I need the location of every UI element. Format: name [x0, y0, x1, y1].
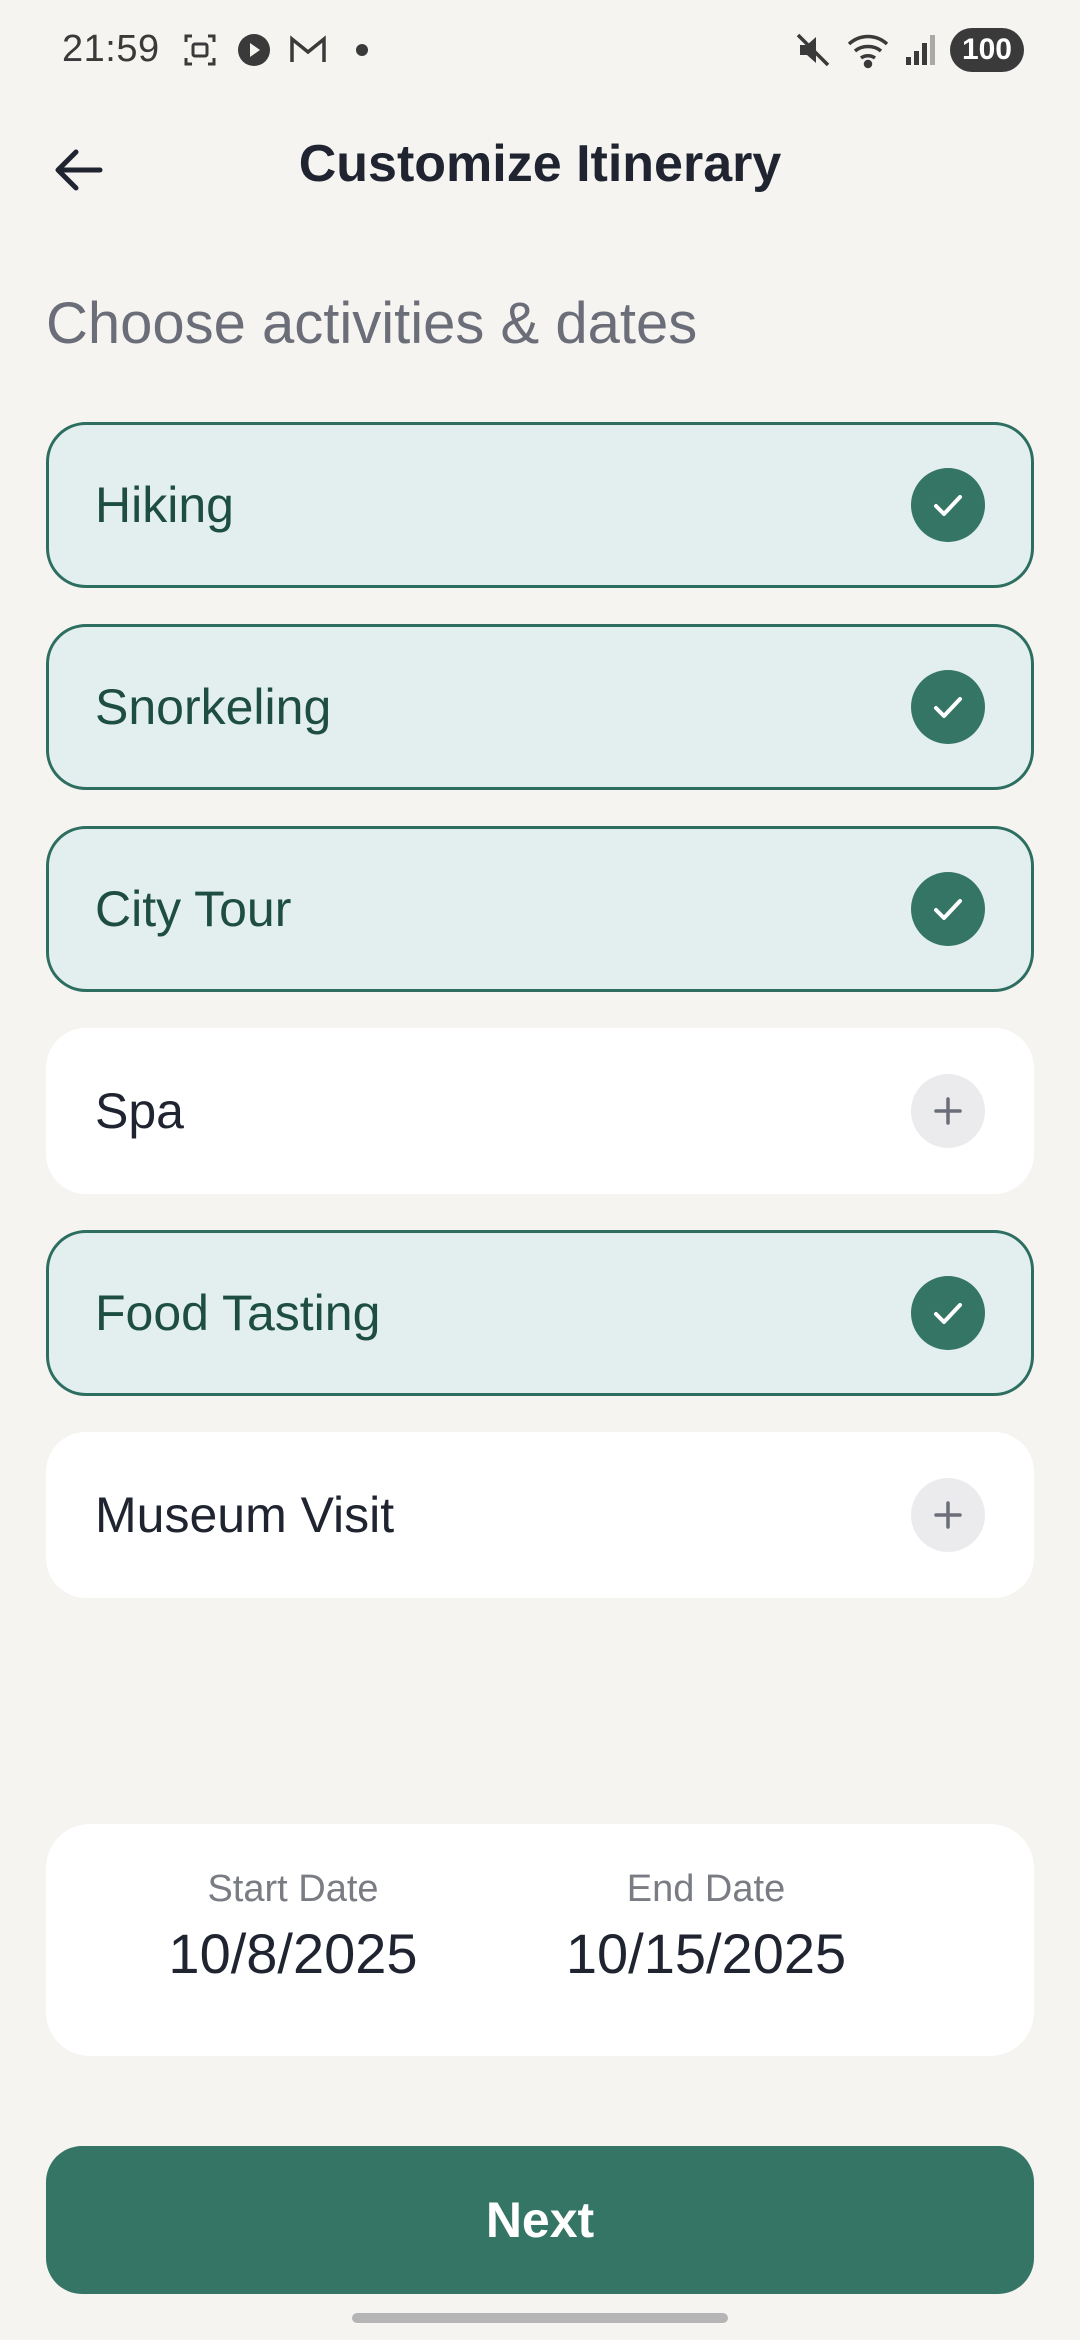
section-heading: Choose activities & dates [46, 291, 698, 356]
activity-label: Spa [95, 1083, 184, 1139]
end-date-label: End Date [626, 1868, 786, 1910]
activity-label: Museum Visit [95, 1487, 395, 1543]
activity-list: Hiking Snorkeling City Tour Spa Food Tas… [46, 422, 1034, 1634]
start-date-field[interactable]: Start Date 10/8/2025 [46, 1824, 540, 2056]
activity-item-museum-visit[interactable]: Museum Visit [46, 1432, 1034, 1598]
status-icons-left [180, 30, 382, 70]
date-card: Start Date 10/8/2025 End Date 10/15/2025 [46, 1824, 1034, 2056]
page-title: Customize Itinerary [298, 135, 782, 193]
end-date-field[interactable]: End Date 10/15/2025 [482, 1824, 930, 2056]
battery-indicator: 100 [949, 28, 1024, 72]
plus-icon[interactable] [911, 1074, 985, 1148]
check-icon[interactable] [911, 1276, 985, 1350]
start-date-label: Start Date [207, 1868, 379, 1910]
home-indicator[interactable] [352, 2313, 728, 2323]
check-icon[interactable] [911, 872, 985, 946]
status-icons-right: 100 [794, 28, 1024, 72]
activity-item-food-tasting[interactable]: Food Tasting [46, 1230, 1034, 1396]
activity-item-snorkeling[interactable]: Snorkeling [46, 624, 1034, 790]
media-icon [234, 30, 274, 70]
screen: 21:59 100 Customize Itinerary Choose act… [0, 0, 1080, 2340]
dot-icon [342, 30, 382, 70]
wifi-icon [846, 28, 890, 72]
activity-label: City Tour [95, 881, 292, 937]
activity-item-spa[interactable]: Spa [46, 1028, 1034, 1194]
mute-icon [794, 28, 832, 72]
next-button[interactable]: Next [46, 2146, 1034, 2294]
check-icon[interactable] [911, 670, 985, 744]
gmail-icon [288, 30, 328, 70]
activity-item-city-tour[interactable]: City Tour [46, 826, 1034, 992]
activity-label: Snorkeling [95, 679, 332, 735]
activity-label: Hiking [95, 477, 234, 533]
check-icon[interactable] [911, 468, 985, 542]
status-bar: 21:59 100 [0, 0, 1080, 100]
screenshot-icon [180, 30, 220, 70]
header: Customize Itinerary [0, 110, 1080, 220]
end-date-value: 10/15/2025 [565, 1922, 847, 1985]
start-date-value: 10/8/2025 [168, 1922, 418, 1985]
activity-item-hiking[interactable]: Hiking [46, 422, 1034, 588]
plus-icon[interactable] [911, 1478, 985, 1552]
activity-label: Food Tasting [95, 1285, 381, 1341]
signal-icon [904, 28, 936, 72]
status-time: 21:59 [62, 28, 160, 70]
